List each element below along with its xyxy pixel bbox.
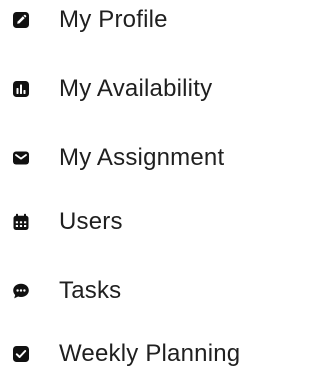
bar-chart-square-icon bbox=[12, 80, 30, 98]
sidebar-menu: My Profile My Availability My Assignment bbox=[0, 0, 272, 372]
calendar-icon bbox=[12, 213, 30, 231]
menu-item-tasks[interactable]: Tasks bbox=[0, 274, 272, 308]
edit-square-icon bbox=[12, 11, 30, 29]
menu-item-label: Users bbox=[59, 208, 123, 235]
menu-item-label: Weekly Planning bbox=[59, 340, 241, 367]
menu-item-my-assignment[interactable]: My Assignment bbox=[0, 141, 272, 175]
menu-item-my-profile[interactable]: My Profile bbox=[0, 3, 272, 37]
checkbox-checked-icon bbox=[12, 345, 30, 363]
chat-bubble-icon bbox=[12, 282, 30, 300]
menu-item-label: My Assignment bbox=[59, 144, 225, 171]
menu-item-my-availability[interactable]: My Availability bbox=[0, 72, 272, 106]
envelope-icon bbox=[12, 149, 30, 167]
menu-item-label: Tasks bbox=[59, 277, 122, 304]
menu-item-users[interactable]: Users bbox=[0, 205, 272, 239]
menu-item-label: My Availability bbox=[59, 75, 213, 102]
menu-item-weekly-planning[interactable]: Weekly Planning bbox=[0, 337, 272, 371]
menu-item-label: My Profile bbox=[59, 6, 168, 33]
